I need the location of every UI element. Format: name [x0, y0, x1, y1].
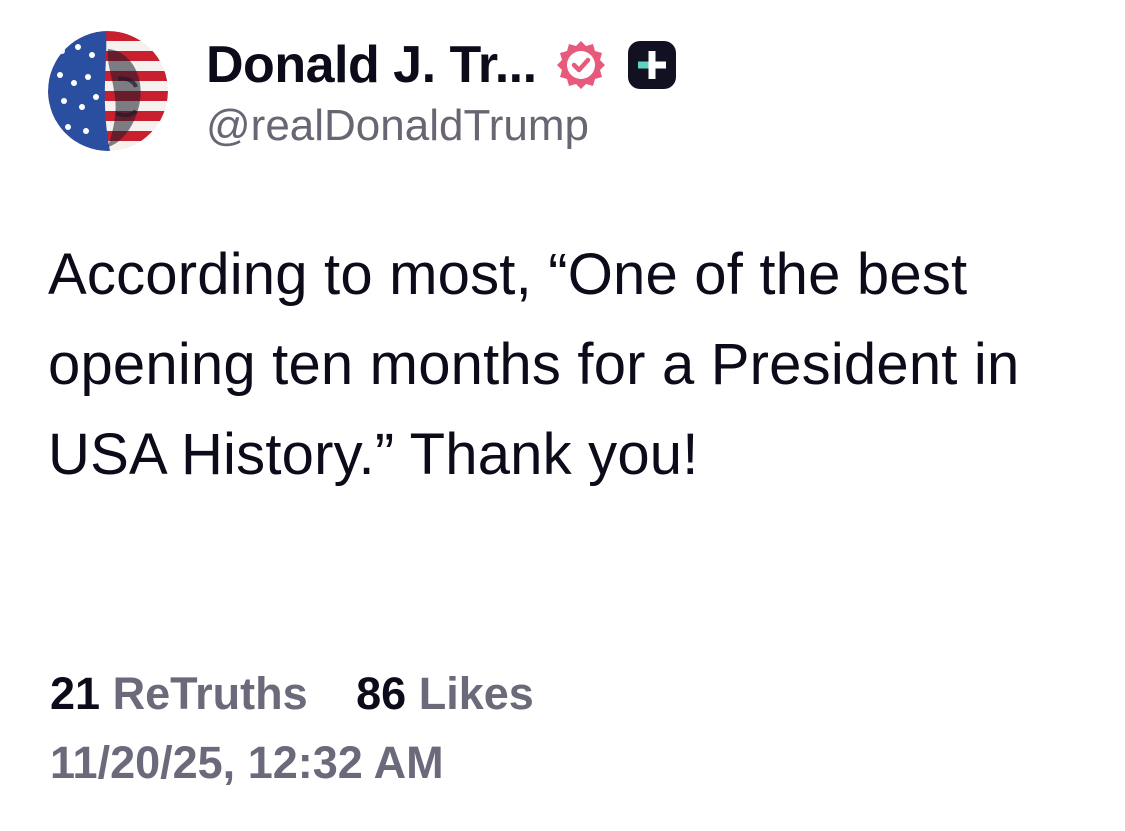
post-body: According to most, “One of the best open… [48, 242, 1020, 487]
likes-stat[interactable]: 86 Likes [356, 664, 534, 724]
author-identity: Donald J. Tr... @realDonaldTrump [206, 31, 677, 151]
retruths-count: 21 [50, 668, 101, 719]
retruths-label: ReTruths [112, 668, 308, 719]
display-name[interactable]: Donald J. Tr... [206, 35, 537, 95]
author-handle[interactable]: @realDonaldTrump [206, 101, 677, 151]
verified-badge-icon [555, 39, 607, 91]
avatar[interactable] [48, 31, 168, 151]
post-card: Donald J. Tr... @realDonaldTrump Accordi… [0, 0, 1125, 831]
post-timestamp: 11/20/25, 12:32 AM [50, 737, 444, 788]
plus-badge-icon [627, 40, 677, 90]
name-row: Donald J. Tr... [206, 31, 677, 99]
likes-label: Likes [418, 668, 534, 719]
retruths-stat[interactable]: 21 ReTruths [50, 664, 308, 724]
likes-count: 86 [356, 668, 407, 719]
post-stats: 21 ReTruths 86 Likes [50, 664, 570, 724]
post-header: Donald J. Tr... @realDonaldTrump [48, 30, 677, 152]
